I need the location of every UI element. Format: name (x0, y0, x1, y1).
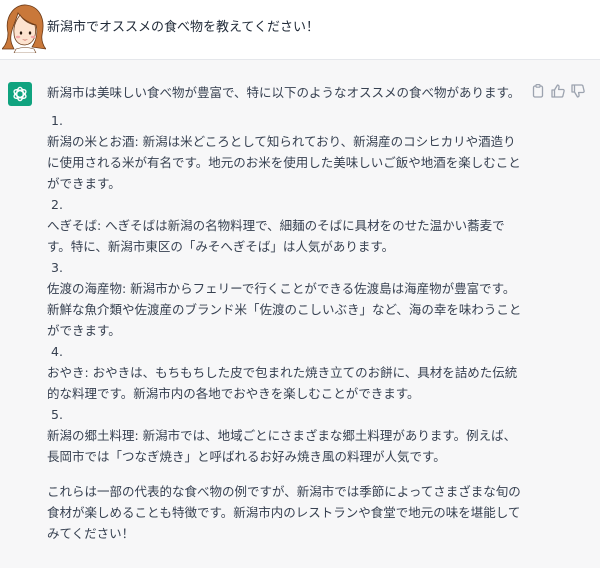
list-item-number: 4. (51, 344, 63, 359)
list-item: 5. 新潟の郷土料理: 新潟市では、地域ごとにさまざまな郷土料理があります。例え… (47, 404, 525, 467)
list-item-number: 1. (51, 113, 63, 128)
clipboard-icon[interactable] (530, 83, 546, 99)
list-item: 4. おやき: おやきは、もちもちした皮で包まれた焼き立てのお餅に、具材を詰めた… (47, 341, 525, 404)
list-item: 2. へぎそば: へぎそばは新潟の名物料理で、細麺のそばに具材をのせた温かい蕎麦… (47, 194, 525, 257)
list-item-text: 新潟の米とお酒: 新潟は米どころとして知られており、新潟産のコシヒカリや酒造りに… (47, 134, 521, 191)
thumbs-down-icon[interactable] (570, 83, 586, 99)
answer-intro: 新潟市は美味しい食べ物が豊富で、特に以下のようなオススメの食べ物があります。 (47, 85, 521, 100)
answer-outro: これらは一部の代表的な食べ物の例ですが、新潟市では季節によってさまざまな旬の食材… (47, 484, 521, 541)
list-item: 3. 佐渡の海産物: 新潟市からフェリーで行くことができる佐渡島は海産物が豊富で… (47, 257, 525, 341)
assistant-message-row: 新潟市は美味しい食べ物が豊富で、特に以下のようなオススメの食べ物があります。 1… (0, 60, 600, 568)
list-item-text: おやき: おやきは、もちもちした皮で包まれた焼き立てのお餅に、具材を詰めた伝統的… (47, 365, 518, 401)
list-item-text: 新潟の郷土料理: 新潟市では、地域ごとにさまざまな郷土料理があります。例えば、長… (47, 428, 517, 464)
message-actions (530, 83, 586, 99)
thumbs-up-icon[interactable] (550, 83, 566, 99)
list-item-number: 3. (51, 260, 63, 275)
list-item-number: 5. (51, 407, 63, 422)
user-message-text: 新潟市でオススメの食べ物を教えてください！ (47, 20, 319, 35)
assistant-answer: 新潟市は美味しい食べ物が豊富で、特に以下のようなオススメの食べ物があります。 1… (47, 82, 525, 544)
list-item-text: 佐渡の海産物: 新潟市からフェリーで行くことができる佐渡島は海産物が豊富です。新… (47, 281, 522, 338)
assistant-avatar (8, 82, 32, 106)
user-message-row: 新潟市でオススメの食べ物を教えてください！ (0, 0, 600, 60)
user-avatar-icon (2, 4, 46, 53)
list-item: 1. 新潟の米とお酒: 新潟は米どころとして知られており、新潟産のコシヒカリや酒… (47, 110, 525, 194)
openai-logo-icon (13, 86, 27, 102)
list-item-text: へぎそば: へぎそばは新潟の名物料理で、細麺のそばに具材をのせた温かい蕎麦です。… (47, 218, 505, 254)
list-item-number: 2. (51, 197, 63, 212)
recommendation-list: 1. 新潟の米とお酒: 新潟は米どころとして知られており、新潟産のコシヒカリや酒… (47, 110, 525, 467)
